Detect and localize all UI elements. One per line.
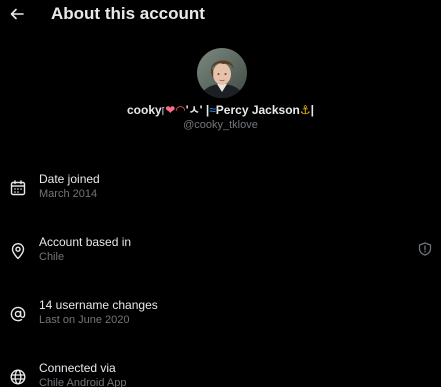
row-value: Chile: [39, 251, 65, 263]
row-label: Connected via: [39, 361, 116, 375]
avatar-image: [197, 48, 247, 98]
display-name-prefix: cooky: [127, 103, 162, 117]
location-pin-icon: [11, 243, 25, 260]
row-date-joined: Date joined March 2014: [0, 172, 441, 212]
row-value: Last on June 2020: [39, 314, 130, 326]
avatar[interactable]: [197, 48, 247, 98]
row-account-based-in: Account based in Chile: [0, 235, 441, 275]
arrow-left-icon: [10, 8, 24, 20]
user-handle: @cooky_tklove: [183, 119, 258, 131]
header: About this account: [0, 0, 441, 30]
watermelon-emoji: ◠: [175, 103, 186, 117]
heart-emoji: ❤: [165, 103, 176, 117]
display-name-mid: 'ㅅ' |: [185, 103, 210, 117]
wave-emoji: ≈: [209, 103, 216, 117]
row-label: Account based in: [39, 235, 132, 249]
row-value: Chile Android App: [39, 377, 127, 387]
at-sign-icon: [10, 306, 26, 322]
display-name-suffix: |: [310, 103, 314, 117]
profile-section: cooky⌈❤◠'ㅅ' |≈Percy Jackson⚓| @cooky_tkl…: [0, 48, 441, 134]
page-title: About this account: [51, 4, 205, 23]
calendar-icon: [10, 180, 26, 196]
back-button[interactable]: [7, 4, 27, 24]
row-value: March 2014: [39, 188, 98, 200]
globe-icon: [10, 369, 26, 385]
row-username-changes: 14 username changes Last on June 2020: [0, 298, 441, 338]
display-name-main: Percy Jackson: [215, 103, 300, 117]
row-label: 14 username changes: [39, 298, 158, 312]
row-label: Date joined: [39, 172, 100, 186]
shield-info-icon[interactable]: [418, 242, 432, 256]
display-name: cooky⌈❤◠'ㅅ' |≈Percy Jackson⚓|: [0, 103, 441, 118]
row-connected-via: Connected via Chile Android App: [0, 361, 441, 387]
anchor-emoji: ⚓: [299, 103, 311, 117]
